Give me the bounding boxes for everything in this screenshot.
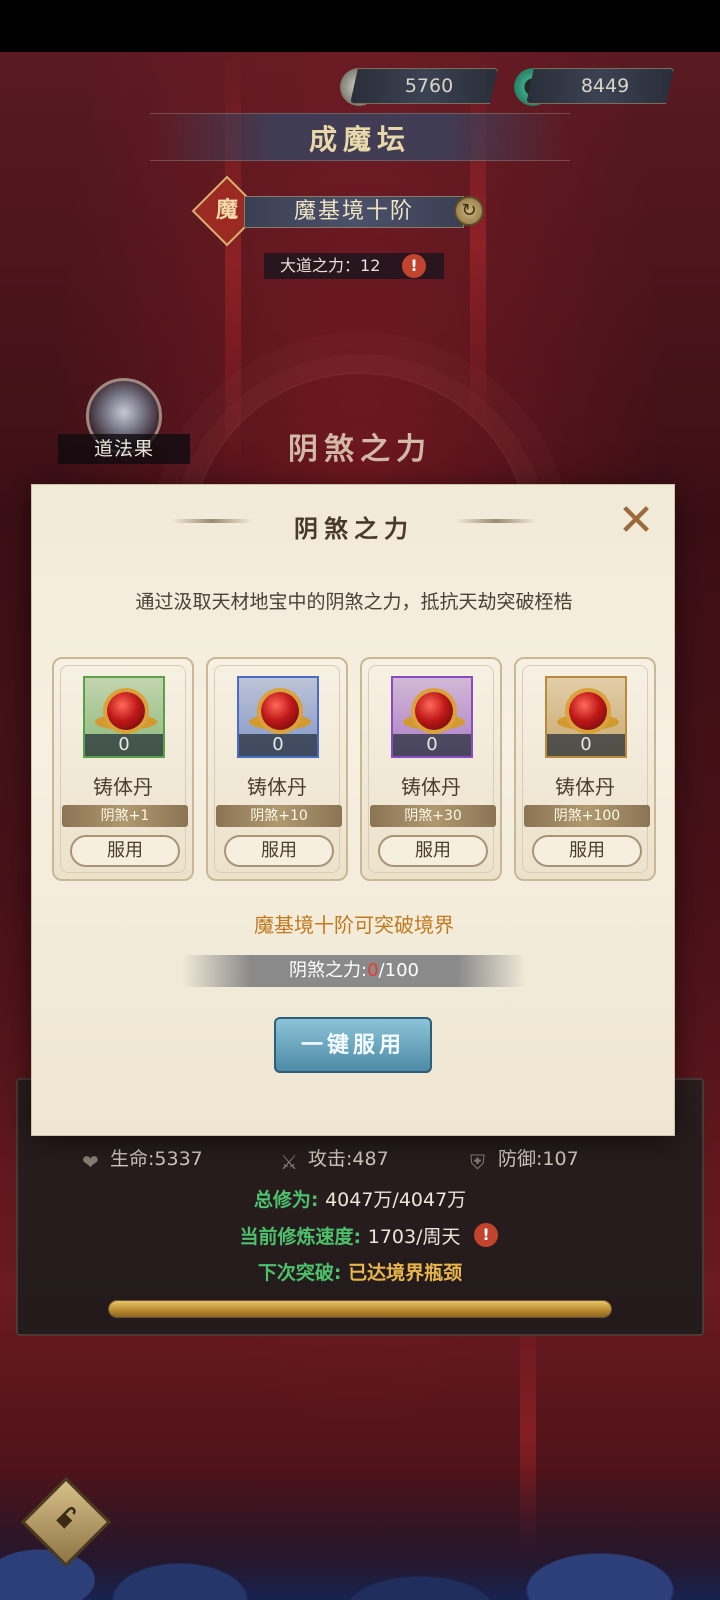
heart-icon: ❤ (82, 1150, 99, 1174)
item-count: 0 (393, 734, 471, 756)
item-count: 0 (85, 734, 163, 756)
dao-power-label: 大道之力： (280, 256, 361, 275)
menu-icon: ꗃ (54, 1502, 78, 1535)
cultivation-speed-label: 当前修炼速度: (239, 1226, 362, 1248)
item-slot[interactable]: 0 (83, 676, 165, 758)
cultivation-speed: 当前修炼速度: 1703/周天 (0, 1222, 710, 1249)
attack-label: 攻击: (308, 1148, 353, 1170)
item-bonus: 阴煞+30 (370, 805, 496, 827)
breakthrough-note: 魔基境十阶可突破境界 (254, 913, 454, 937)
yin-power-dialog: 阴煞之力 ✕ 通过汲取天材地宝中的阴煞之力，抵抗天劫突破桎梏 0 铸体丹阴煞+1 服… (31, 484, 675, 1136)
one-click-use-button[interactable]: 一键服用 (274, 1017, 432, 1073)
cultivation-speed-value: 1703/周天 (367, 1226, 461, 1248)
yin-power-label: 阴煞之力: (289, 960, 368, 981)
hp-stat: ❤ 生命:5337 (82, 1144, 203, 1174)
defense-value: 107 (542, 1148, 579, 1170)
status-bar (0, 0, 720, 52)
realm-switch-icon[interactable]: ↻ (454, 196, 484, 226)
item-name: 铸体丹 (247, 775, 307, 799)
next-breakthrough: 下次突破: 已达境界瓶颈 (0, 1258, 720, 1285)
silver-currency[interactable]: 5760 (350, 68, 498, 104)
item-slot[interactable]: 0 (237, 676, 319, 758)
pill-icon (569, 692, 607, 730)
item-card: 0 铸体丹阴煞+10 服用 (206, 657, 348, 881)
defense-stat: ⛨ 防御:107 (470, 1144, 579, 1174)
item-count: 0 (239, 734, 317, 756)
yin-power-progress: 阴煞之力:0/100 (182, 955, 526, 987)
attack-stat: ⚔ 攻击:487 (280, 1144, 389, 1174)
use-button[interactable]: 服用 (532, 835, 642, 867)
total-cultivation-value: 4047万/4047万 (325, 1189, 467, 1211)
defense-label: 防御: (498, 1148, 543, 1170)
hp-label: 生命: (110, 1148, 155, 1170)
item-name: 铸体丹 (401, 775, 461, 799)
attack-value: 487 (352, 1148, 389, 1170)
use-button[interactable]: 服用 (224, 835, 334, 867)
pill-icon (261, 692, 299, 730)
close-icon[interactable]: ✕ (612, 499, 660, 547)
yin-power-max: /100 (378, 960, 419, 981)
item-count: 0 (547, 734, 625, 756)
dialog-description: 通过汲取天材地宝中的阴煞之力，抵抗天劫突破桎梏 (135, 591, 573, 613)
dao-power-info-icon[interactable]: ! (402, 254, 426, 278)
dao-power-value: 12 (360, 256, 381, 275)
yin-power-current: 0 (367, 960, 379, 981)
yin-power-heading: 阴煞之力 (288, 432, 432, 467)
title-ornament-right (456, 519, 536, 523)
pill-icon (415, 692, 453, 730)
item-card: 0 铸体丹阴煞+100 服用 (514, 657, 656, 881)
item-name: 铸体丹 (93, 775, 153, 799)
next-breakthrough-label: 下次突破: (257, 1262, 342, 1284)
item-slot[interactable]: 0 (545, 676, 627, 758)
jade-currency[interactable]: 8449 (526, 68, 674, 104)
cultivation-progress-bar (108, 1300, 612, 1318)
item-card: 0 铸体丹阴煞+30 服用 (360, 657, 502, 881)
use-button[interactable]: 服用 (378, 835, 488, 867)
total-cultivation: 总修为: 4047万/4047万 (0, 1185, 720, 1212)
item-bonus: 阴煞+1 (62, 805, 188, 827)
total-cultivation-label: 总修为: (253, 1189, 319, 1211)
item-slot[interactable]: 0 (391, 676, 473, 758)
item-bonus: 阴煞+100 (524, 805, 650, 827)
shield-icon: ⛨ (470, 1150, 485, 1174)
item-name: 铸体丹 (555, 775, 615, 799)
pill-icon (107, 692, 145, 730)
next-breakthrough-value: 已达境界瓶颈 (348, 1262, 463, 1284)
cloud-decoration (0, 1470, 720, 1600)
speed-info-icon[interactable]: ! (474, 1223, 498, 1247)
realm-name: 魔基境十阶 (244, 196, 464, 228)
dialog-title: 阴煞之力 (294, 514, 414, 543)
item-bonus: 阴煞+10 (216, 805, 342, 827)
cultivation-progress-fill (109, 1301, 611, 1317)
page-title: 成魔坛 (308, 123, 411, 156)
sword-icon: ⚔ (280, 1150, 298, 1174)
hp-value: 5337 (154, 1148, 203, 1170)
use-button[interactable]: 服用 (70, 835, 180, 867)
item-card: 0 铸体丹阴煞+1 服用 (52, 657, 194, 881)
